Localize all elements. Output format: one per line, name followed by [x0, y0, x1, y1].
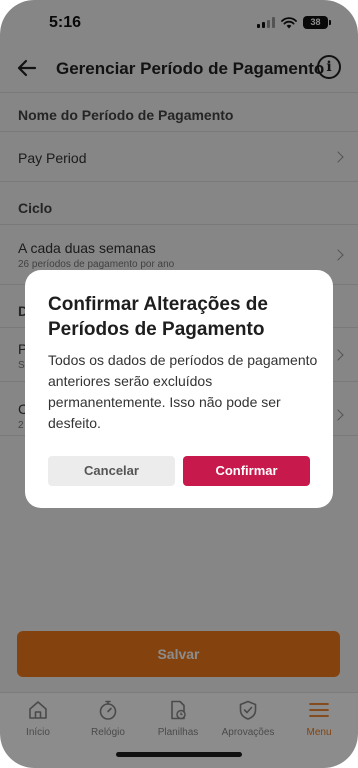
- dialog-title: Confirmar Alterações de Períodos de Paga…: [48, 294, 268, 340]
- confirm-button[interactable]: Confirmar: [183, 456, 310, 486]
- dialog-message: Todos os dados de períodos de pagamento …: [48, 352, 318, 431]
- phone-screen: 5:16 38 Gerenciar Período de Pagamento i…: [0, 0, 358, 768]
- cancel-button[interactable]: Cancelar: [48, 456, 175, 486]
- home-indicator: [116, 752, 242, 757]
- confirm-dialog: Confirmar Alterações de Períodos de Paga…: [25, 270, 333, 508]
